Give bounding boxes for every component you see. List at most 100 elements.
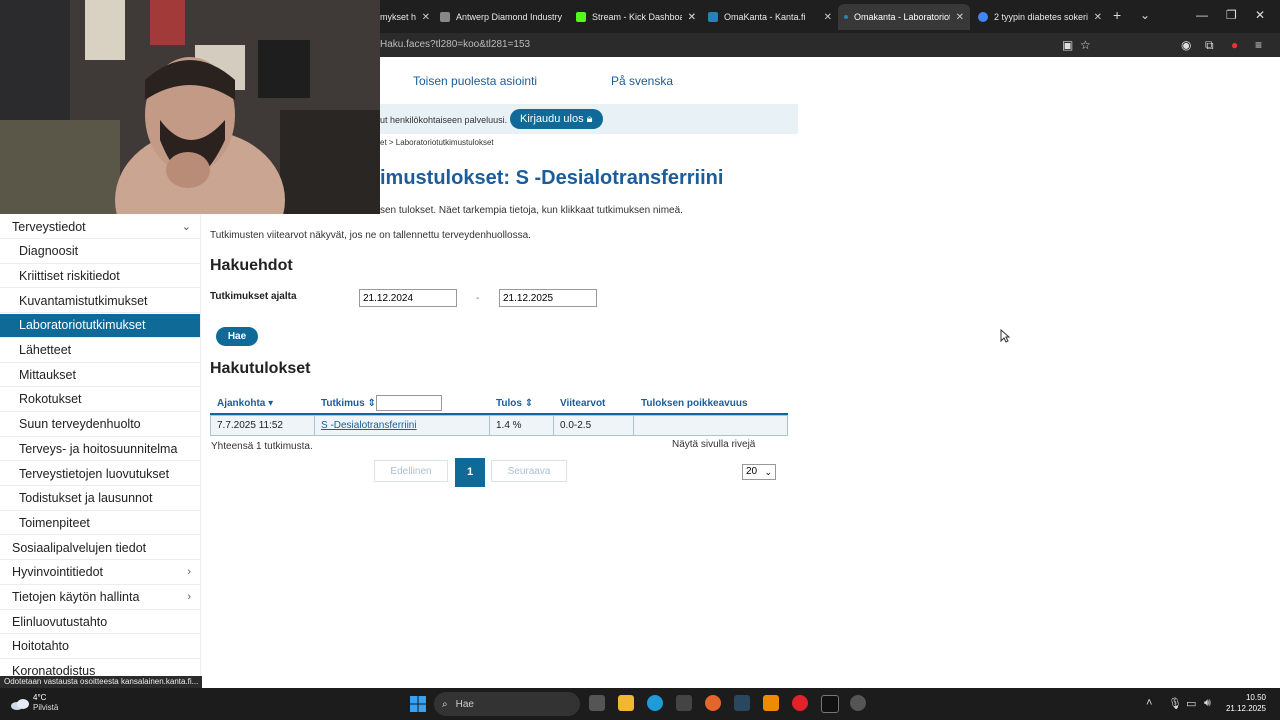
firefox-icon[interactable] — [705, 695, 721, 711]
browser-tab[interactable]: 2 tyypin diabetes sokeriras ✕ — [978, 4, 1102, 30]
account-icon[interactable]: ◉ — [1181, 38, 1191, 52]
sidebar-item[interactable]: Mittaukset — [0, 363, 200, 388]
browser-tab[interactable]: Stream - Kick Dashboard ✕ — [576, 4, 696, 30]
sidebar-item[interactable]: Suun terveydenhuolto — [0, 413, 200, 437]
close-tab-icon[interactable]: ✕ — [956, 12, 964, 23]
menu-icon[interactable]: ≡ — [1255, 38, 1262, 52]
microphone-icon[interactable]: 🎙︎ — [1168, 697, 1182, 710]
chevron-down-icon: ⌄ — [181, 221, 191, 233]
date-range-label: Tutkimukset ajalta — [210, 291, 297, 302]
close-tab-icon[interactable]: ✕ — [422, 12, 430, 23]
ublock-icon[interactable]: ● — [1231, 38, 1238, 52]
link-behalf[interactable]: Toisen puolesta asiointi — [413, 74, 537, 88]
prev-page-button[interactable]: Edellinen — [374, 460, 448, 482]
reader-view-icon[interactable]: ▣ — [1062, 38, 1073, 52]
sidebar-item[interactable]: Hoitotahto — [0, 635, 200, 659]
webcam-image — [0, 0, 380, 214]
col-result[interactable]: Tulos ⇕ — [496, 398, 533, 409]
volume-icon[interactable]: 🔊︎ — [1204, 697, 1211, 710]
sidebar-item-label: Toimenpiteet — [19, 515, 90, 530]
test-filter-input[interactable] — [376, 395, 442, 411]
close-tab-icon[interactable]: ✕ — [688, 12, 696, 23]
close-tab-icon[interactable]: ✕ — [824, 12, 832, 23]
col-reference: Viitearvot — [560, 398, 606, 409]
sidebar-item[interactable]: Elinluovutustahto — [0, 610, 200, 635]
cell-reference: 0.0-2.5 — [554, 416, 634, 435]
sidebar-item[interactable]: Diagnoosit — [0, 240, 200, 264]
page-1-button[interactable]: 1 — [455, 458, 485, 487]
tab-favicon-icon — [978, 12, 988, 22]
cell-result: 1.4 % — [490, 416, 554, 435]
vlc-icon[interactable] — [763, 695, 779, 711]
search-button[interactable]: Hae — [216, 327, 258, 346]
weather-desc[interactable]: Pilvistä — [33, 703, 58, 712]
page-title: imustulokset: S -Desialotransferriini — [380, 167, 724, 189]
col-test[interactable]: Tutkimus ⇕ — [321, 398, 376, 409]
sidebar-item-label: Mittaukset — [19, 367, 76, 382]
url-text[interactable]: Haku.faces?tl280=koo&tl281=153 — [380, 39, 530, 50]
sidebar-item[interactable]: Kriittiset riskitiedot — [0, 264, 200, 289]
sidebar-item-label: Suun terveydenhuolto — [19, 417, 141, 432]
sidebar-item-label: Hoitotahto — [12, 639, 69, 654]
sidebar-item[interactable]: Hyvinvointitiedot › — [0, 561, 200, 585]
sidebar-item[interactable]: Tietojen käytön hallinta › — [0, 586, 200, 610]
sidebar-item[interactable]: Toimenpiteet — [0, 511, 200, 536]
bookmark-star-icon[interactable]: ☆ — [1080, 38, 1091, 52]
logout-button[interactable]: Kirjaudu ulos 🔒︎ — [510, 109, 603, 129]
sidebar: Terveystiedot ⌄ Diagnoosit Kriittiset riski… — [0, 215, 201, 687]
clock-time[interactable]: 10.50 — [1226, 693, 1266, 702]
terminal-icon[interactable] — [821, 695, 839, 713]
sidebar-item[interactable]: Rokotukset — [0, 388, 200, 412]
steam-icon[interactable] — [734, 695, 750, 711]
store-icon[interactable] — [676, 695, 692, 711]
cell-date: 7.7.2025 11:52 — [211, 416, 315, 435]
sidebar-item[interactable]: Terveystietojen luovutukset — [0, 462, 200, 486]
tab-list-chevron-icon[interactable]: ⌄ — [1140, 8, 1150, 22]
cell-test-link[interactable]: S -Desialotransferriini — [315, 416, 490, 435]
sidebar-item-label: Kuvantamistutkimukset — [19, 293, 148, 308]
link-swedish[interactable]: På svenska — [611, 74, 673, 88]
sidebar-item[interactable]: Terveys- ja hoitosuunnitelma — [0, 437, 200, 462]
sidebar-item[interactable]: Laboratoriotutkimukset — [0, 313, 200, 338]
extensions-icon[interactable]: ⧉ — [1205, 38, 1214, 53]
sidebar-item-label: Lähetteet — [19, 343, 72, 357]
intro-text: sen tulokset. Näet tarkempia tietoja, ku… — [380, 205, 683, 216]
browser-tab-active[interactable]: Omakanta - Laboratoriotut ✕ — [838, 4, 970, 30]
sidebar-item-label: Tietojen käytön hallinta — [12, 590, 140, 604]
chevron-right-icon: › — [187, 566, 191, 579]
weather-temp[interactable]: 4°C — [33, 693, 46, 702]
sidebar-item[interactable]: Lähetteet — [0, 339, 200, 363]
sidebar-item[interactable]: Terveystiedot ⌄ — [0, 215, 200, 239]
network-icon[interactable]: ▭ — [1186, 697, 1196, 710]
next-page-button[interactable]: Seuraava — [491, 460, 567, 482]
status-bar: Odotetaan vastausta osoitteesta kansalai… — [0, 676, 203, 688]
file-explorer-icon[interactable] — [618, 695, 634, 711]
edge-icon[interactable] — [647, 695, 663, 711]
chrome-icon[interactable] — [850, 695, 866, 711]
restore-icon[interactable]: ❐ — [1226, 8, 1237, 22]
sidebar-item[interactable]: Sosiaalipalvelujen tiedot — [0, 536, 200, 561]
sidebar-item-label: Terveystietojen luovutukset — [19, 466, 170, 481]
opera-icon[interactable] — [792, 695, 808, 711]
date-to-input[interactable] — [499, 289, 597, 307]
session-notice: ut henkilökohtaiseen palveluusi. Kirjaud… — [380, 104, 798, 134]
task-view-icon[interactable] — [589, 695, 605, 711]
window-close-icon[interactable]: ✕ — [1255, 8, 1265, 22]
new-tab-icon[interactable]: + — [1113, 7, 1121, 23]
chevron-up-icon[interactable]: ˄ — [1146, 697, 1152, 709]
date-from-input[interactable] — [359, 289, 457, 307]
sidebar-item[interactable]: Kuvantamistutkimukset — [0, 289, 200, 314]
sidebar-item-label: Terveys- ja hoitosuunnitelma — [19, 441, 178, 456]
browser-tab[interactable]: OmaKanta - Kanta.fi ✕ — [708, 4, 832, 30]
sidebar-item[interactable]: Todistukset ja lausunnot — [0, 487, 200, 511]
browser-tab[interactable]: mykset hi ✕ — [380, 4, 430, 30]
clock-date[interactable]: 21.12.2025 — [1222, 704, 1266, 713]
col-date[interactable]: Ajankohta ▾ — [217, 398, 273, 409]
windows-start-icon[interactable] — [410, 696, 426, 712]
search-heading: Hakuehdot — [210, 257, 293, 274]
minimize-icon[interactable]: — — [1196, 8, 1208, 22]
per-page-select[interactable]: 20 ⌄ — [742, 464, 776, 480]
close-tab-icon[interactable]: ✕ — [1094, 12, 1102, 23]
taskbar-search[interactable]: ⌕ Hae — [434, 692, 580, 716]
sidebar-item-label: Diagnoosit — [19, 244, 79, 259]
